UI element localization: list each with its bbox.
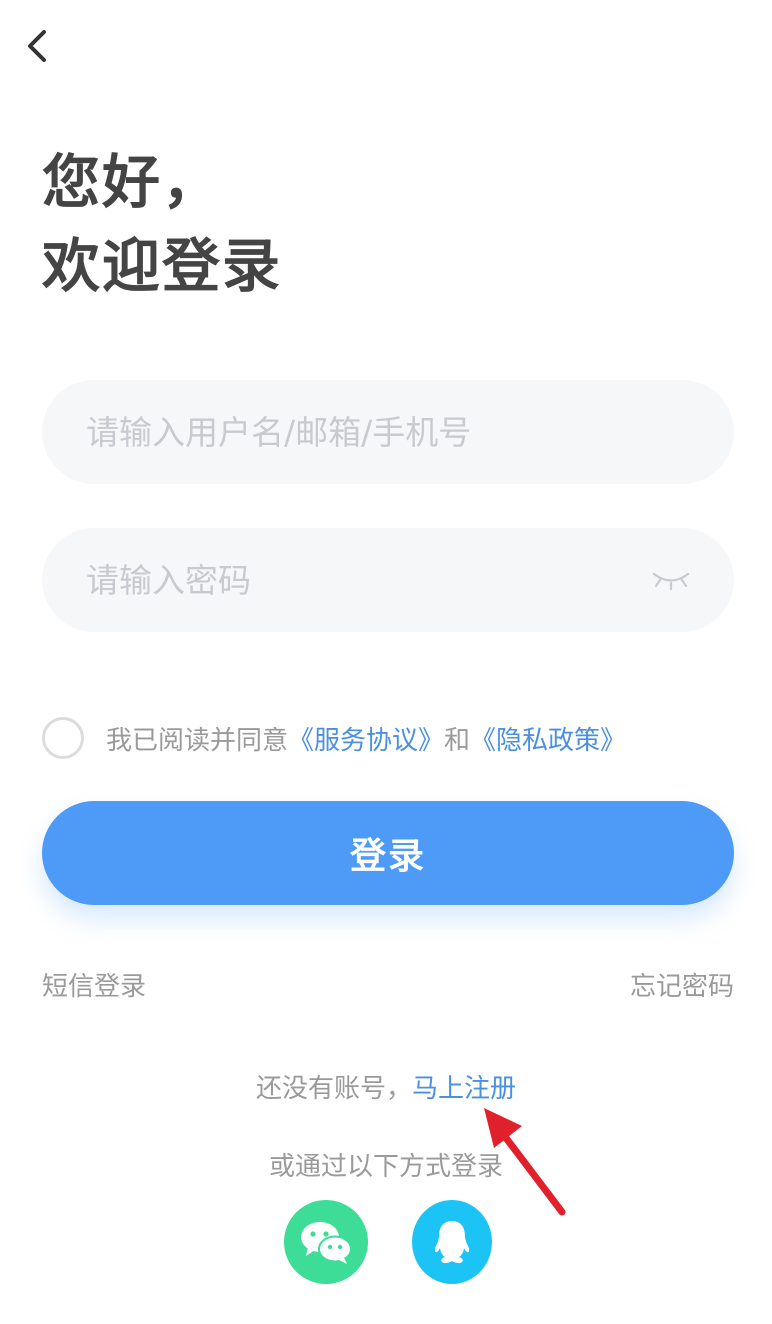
qq-icon <box>434 1221 470 1264</box>
sms-login-link[interactable]: 短信登录 <box>42 966 146 1003</box>
page-title: 您好， 欢迎登录 <box>42 140 282 308</box>
back-button[interactable] <box>14 24 58 68</box>
eye-closed-icon <box>652 572 690 591</box>
greeting-line-2: 欢迎登录 <box>42 232 283 300</box>
wechat-icon <box>301 1222 352 1264</box>
privacy-policy-link[interactable]: 《隐私政策》 <box>470 720 626 757</box>
username-field[interactable] <box>42 380 734 484</box>
agreement-conjunction: 和 <box>444 725 471 756</box>
password-input[interactable] <box>86 560 650 600</box>
service-agreement-link[interactable]: 《服务协议》 <box>288 720 444 757</box>
other-login-label: 或通过以下方式登录 <box>268 1152 503 1182</box>
password-field[interactable] <box>42 528 734 632</box>
register-link[interactable]: 马上注册 <box>412 1074 516 1104</box>
forgot-password-link[interactable]: 忘记密码 <box>630 966 734 1003</box>
qq-login-button[interactable] <box>412 1200 492 1284</box>
register-prompt: 还没有账号， <box>255 1074 412 1104</box>
login-button[interactable]: 登录 <box>42 801 734 905</box>
agreement-checkbox[interactable] <box>42 717 84 759</box>
agreement-prefix: 我已阅读并同意 <box>106 725 289 756</box>
register-row: 还没有账号，马上注册 <box>0 1068 772 1105</box>
password-visibility-toggle[interactable] <box>650 565 692 595</box>
wechat-login-button[interactable] <box>284 1200 368 1284</box>
login-page: 您好， 欢迎登录 我已阅读并同意 《服务协议》 和 《隐私政策》 登录 短信登录… <box>0 0 772 1324</box>
greeting-line-1: 您好， <box>42 148 223 216</box>
username-input[interactable] <box>86 412 690 452</box>
agreement-row: 我已阅读并同意 《服务协议》 和 《隐私政策》 <box>42 716 626 760</box>
chevron-left-icon <box>28 30 46 62</box>
